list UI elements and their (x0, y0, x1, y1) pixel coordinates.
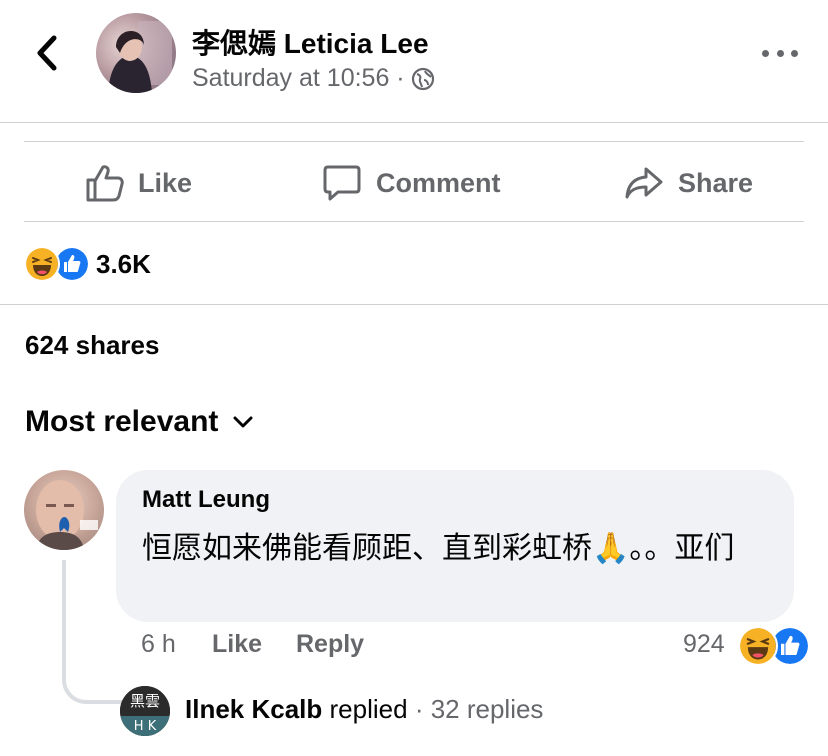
post-timestamp[interactable]: Saturday at 10:56 · (192, 64, 435, 93)
comment-reply-button[interactable]: Reply (296, 630, 364, 659)
like-label: Like (138, 167, 193, 198)
dot (791, 49, 798, 57)
comment-text: 恒愿如来佛能看顾距、直到彩虹桥🙏。。亚们 (142, 532, 735, 565)
comment-author[interactable]: Matt Leung (142, 486, 270, 514)
more-options-button[interactable] (762, 40, 798, 66)
divider (0, 304, 828, 305)
replier-photo: 黑雲 H K (120, 686, 170, 736)
timestamp-text: Saturday at 10:56 · (192, 64, 405, 92)
comment-time[interactable]: 6 h (141, 630, 176, 659)
view-replies-link[interactable]: Ilnek Kcalb replied · 32 replies (185, 694, 543, 725)
replier-avatar[interactable]: 黑雲 H K (120, 686, 170, 736)
divider (24, 221, 804, 222)
back-button[interactable] (28, 30, 68, 76)
dot (776, 49, 784, 57)
divider (24, 141, 804, 142)
reply-count: · 32 replies (414, 694, 544, 724)
replier-name: Ilnek Kcalb (185, 694, 323, 724)
page-name[interactable]: 李偲嫣 Leticia Lee (192, 22, 429, 62)
share-arrow-icon (625, 167, 663, 199)
chevron-down-icon (233, 416, 253, 428)
svg-text:H K: H K (134, 719, 157, 734)
thumbs-up-icon (86, 165, 124, 202)
commenter-avatar[interactable] (24, 470, 104, 550)
comment-reaction-count[interactable]: 924 (683, 630, 725, 659)
reactions-summary[interactable]: 3.6K (24, 246, 151, 282)
chevron-left-icon (37, 35, 57, 71)
profile-photo (108, 21, 172, 93)
sort-label: Most relevant (25, 405, 219, 438)
svg-text:黑雲: 黑雲 (130, 692, 160, 710)
replied-label: replied (329, 694, 408, 724)
reaction-count: 3.6K (96, 248, 151, 279)
haha-reaction-icon (738, 626, 778, 666)
comment-like-button[interactable]: Like (212, 630, 262, 659)
divider (0, 122, 828, 123)
comment-bubble-icon (323, 165, 361, 201)
globe-icon (411, 67, 434, 90)
like-button[interactable]: Like (84, 160, 192, 206)
page-avatar[interactable] (96, 13, 176, 93)
comment-label: Comment (376, 167, 501, 198)
comment-reactions[interactable] (738, 626, 810, 666)
comment-sort-dropdown[interactable]: Most relevant (25, 405, 254, 439)
haha-reaction-icon (24, 246, 60, 282)
share-button[interactable]: Share (624, 160, 753, 206)
commenter-photo (36, 480, 98, 550)
share-label: Share (678, 167, 754, 198)
dot (762, 49, 769, 57)
comment-button[interactable]: Comment (322, 160, 501, 206)
share-count[interactable]: 624 shares (25, 330, 159, 361)
